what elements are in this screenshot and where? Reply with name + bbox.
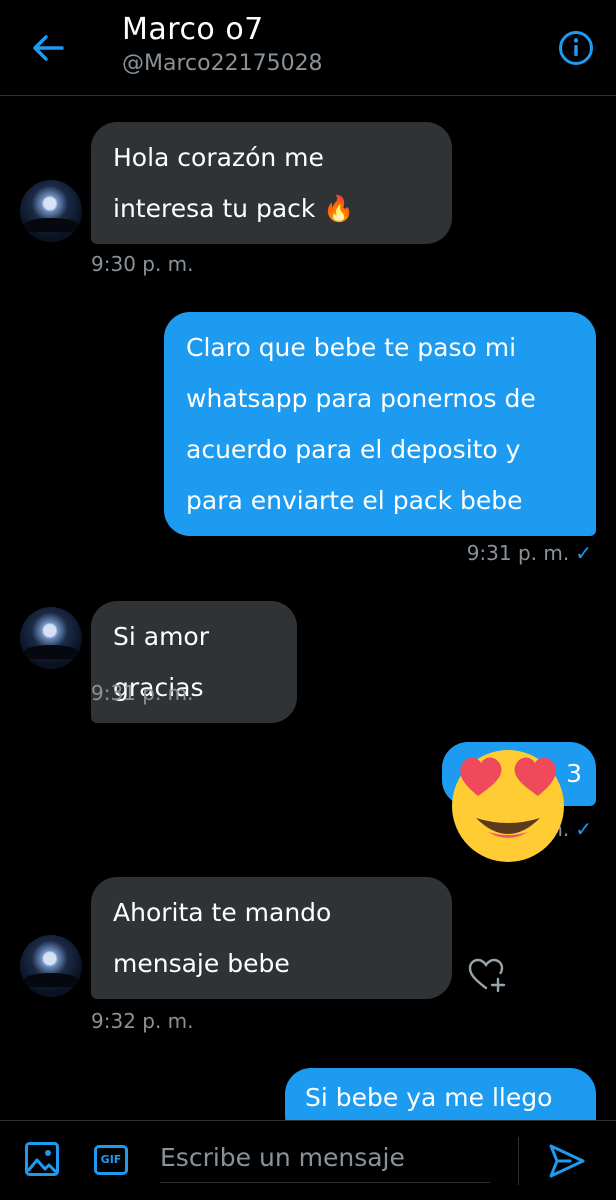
message-composer: GIF xyxy=(0,1120,616,1200)
message-timestamp-row: 9:31 p. m. ✓ xyxy=(467,541,592,565)
sent-check-icon: ✓ xyxy=(575,817,592,841)
incoming-message-bubble[interactable]: Hola corazón me interesa tu pack 🔥 xyxy=(91,122,452,244)
heart-eyes-emoji xyxy=(452,750,564,862)
sent-check-icon: ✓ xyxy=(575,541,592,565)
heart-plus-icon[interactable] xyxy=(468,957,508,993)
message-input[interactable] xyxy=(160,1133,490,1183)
contact-avatar[interactable] xyxy=(20,180,82,242)
outgoing-message-bubble[interactable]: Claro que bebe te paso mi whatsapp para … xyxy=(164,312,596,536)
conversation-header: Marco o7 @Marco22175028 xyxy=(0,0,616,96)
send-icon[interactable] xyxy=(548,1143,586,1179)
message-timestamp: 9:31 p. m. xyxy=(91,681,194,705)
message-text: Hola corazón me interesa tu pack 🔥 xyxy=(113,143,355,223)
contact-avatar[interactable] xyxy=(20,935,82,997)
contact-handle: @Marco22175028 xyxy=(122,51,323,76)
message-text: Ahorita te mando mensaje bebe xyxy=(113,898,332,978)
message-timestamp: 9:31 p. m. xyxy=(466,541,570,565)
message-list[interactable]: Hola corazón me interesa tu pack 🔥 9:30 … xyxy=(0,97,616,1120)
message-timestamp: 9:32 p. m. xyxy=(91,1009,194,1033)
incoming-message-bubble[interactable]: Ahorita te mando mensaje bebe xyxy=(91,877,452,999)
message-timestamp: 9:30 p. m. xyxy=(91,252,194,276)
outgoing-message-bubble[interactable]: Si bebe ya me llego ❤️ xyxy=(285,1068,596,1120)
conversation-title-block[interactable]: Marco o7 @Marco22175028 xyxy=(122,12,323,76)
back-arrow-icon[interactable] xyxy=(28,28,68,68)
contact-name: Marco o7 xyxy=(122,12,264,47)
info-icon[interactable] xyxy=(558,30,594,66)
gif-button[interactable]: GIF xyxy=(94,1145,128,1175)
image-icon[interactable] xyxy=(24,1141,60,1177)
message-text: Claro que bebe te paso mi whatsapp para … xyxy=(186,333,536,515)
message-text: Si bebe ya me llego ❤️ xyxy=(305,1083,553,1112)
composer-divider xyxy=(518,1137,519,1185)
contact-avatar[interactable] xyxy=(20,607,82,669)
